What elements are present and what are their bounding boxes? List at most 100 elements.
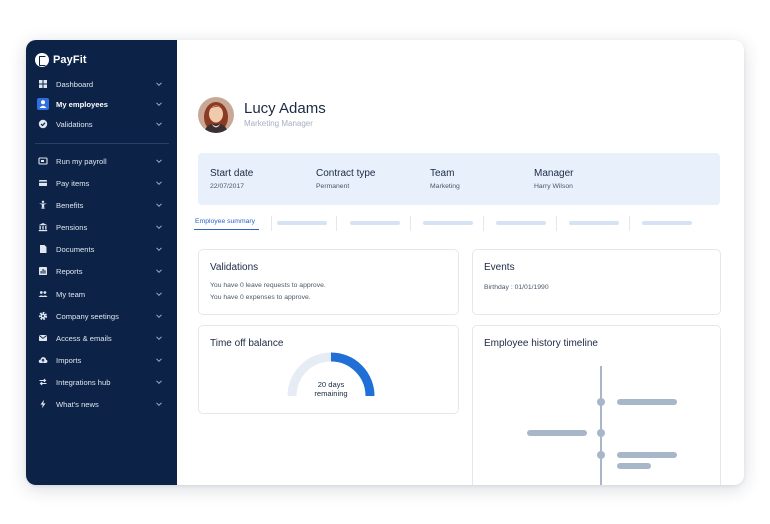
info-title: Contract type	[316, 168, 376, 179]
report-icon	[38, 266, 48, 276]
tab-bar: Employee summary	[194, 216, 720, 232]
tab-placeholder[interactable]	[642, 221, 692, 225]
info-value: Permanent	[316, 183, 350, 190]
employee-name: Lucy Adams	[244, 100, 326, 117]
events-card: Events Birthday : 01/01/1990	[472, 249, 721, 315]
chevron-down-icon[interactable]	[155, 223, 163, 231]
tab-placeholder[interactable]	[423, 221, 473, 225]
chevron-down-icon[interactable]	[155, 179, 163, 187]
chevron-down-icon[interactable]	[155, 267, 163, 275]
chevron-down-icon[interactable]	[155, 80, 163, 88]
sidebar-item-run-my-payroll[interactable]: Run my payroll	[26, 152, 177, 170]
card-icon	[38, 178, 48, 188]
tab-separator	[483, 216, 484, 231]
chevron-down-icon[interactable]	[155, 312, 163, 320]
time-off-title: Time off balance	[210, 338, 284, 349]
sidebar-item-label: Dashboard	[56, 79, 94, 89]
gauge-label: 20 days remaining	[286, 380, 376, 398]
chevron-down-icon[interactable]	[155, 245, 163, 253]
team-field: Team Marketing	[430, 168, 460, 190]
chevron-down-icon[interactable]	[155, 290, 163, 298]
info-value: 22/07/2017	[210, 183, 245, 190]
tab-separator	[336, 216, 337, 231]
avatar	[198, 97, 234, 133]
tab-placeholder[interactable]	[277, 221, 327, 225]
sidebar-item-my-team[interactable]: My team	[26, 285, 177, 303]
arrows-icon	[38, 377, 48, 387]
sidebar-item-company-seetings[interactable]: Company seetings	[26, 307, 177, 325]
info-title: Start date	[210, 168, 254, 179]
history-card: Employee history timeline	[472, 325, 721, 485]
chevron-down-icon[interactable]	[155, 400, 163, 408]
sidebar-item-label: Company seetings	[56, 311, 119, 321]
time-off-card: Time off balance 20 days remaining	[198, 325, 459, 414]
mail-icon	[38, 333, 48, 343]
employee-info-box: Start date 22/07/2017 Contract type Perm…	[198, 153, 720, 205]
main-content: Lucy Adams Marketing Manager Start date …	[177, 40, 744, 485]
sidebar-item-pensions[interactable]: Pensions	[26, 218, 177, 236]
sidebar-item-validations[interactable]: Validations	[26, 115, 177, 133]
sidebar-item-label: Imports	[56, 355, 82, 365]
timeline-bar	[617, 452, 677, 458]
tab-separator	[271, 216, 272, 231]
sidebar-item-label: My team	[56, 289, 86, 299]
employee-role: Marketing Manager	[244, 119, 313, 128]
sidebar-item-integrations-hub[interactable]: Integrations hub	[26, 373, 177, 391]
timeline-bar	[617, 399, 677, 405]
sidebar-item-label: Integrations hub	[56, 377, 111, 387]
payfit-logo[interactable]: PayFit	[35, 52, 87, 68]
app-window: PayFit Dashboard My employees Validations R…	[26, 40, 744, 485]
contract-type-field: Contract type Permanent	[316, 168, 375, 190]
timeline-dot[interactable]	[597, 451, 605, 459]
active-tab-underline	[194, 229, 259, 230]
expenses-text: You have 0 expenses to approve.	[210, 294, 311, 301]
timeline-dot[interactable]	[597, 429, 605, 437]
sidebar-item-label: My employees	[56, 99, 108, 109]
tab-employee-summary[interactable]: Employee summary	[195, 218, 255, 225]
tab-placeholder[interactable]	[496, 221, 546, 225]
info-value: Marketing	[430, 183, 460, 190]
birthday-text: Birthday : 01/01/1990	[484, 284, 549, 291]
sidebar-item-label: Benefits	[56, 200, 84, 210]
chevron-down-icon[interactable]	[155, 201, 163, 209]
tab-placeholder[interactable]	[569, 221, 619, 225]
history-timeline	[527, 366, 677, 485]
validations-card: Validations You have 0 leave requests to…	[198, 249, 459, 315]
sidebar-item-access-emails[interactable]: Access & emails	[26, 329, 177, 347]
chevron-down-icon[interactable]	[155, 334, 163, 342]
sidebar-item-label: Run my payroll	[56, 156, 107, 166]
brand-name: PayFit	[53, 54, 87, 66]
sidebar-item-what-s-news[interactable]: What's news	[26, 395, 177, 413]
sidebar-item-label: Access & emails	[56, 333, 112, 343]
sidebar-item-benefits[interactable]: Benefits	[26, 196, 177, 214]
gear-icon	[38, 311, 48, 321]
chevron-down-icon[interactable]	[155, 120, 163, 128]
sidebar-item-imports[interactable]: Imports	[26, 351, 177, 369]
info-title: Team	[430, 168, 455, 179]
leave-requests-text: You have 0 leave requests to approve.	[210, 282, 326, 289]
timeline-dot[interactable]	[597, 398, 605, 406]
manager-field: Manager Harry Wilson	[534, 168, 573, 190]
chevron-down-icon[interactable]	[155, 378, 163, 386]
cloud-upload-icon	[38, 355, 48, 365]
tab-placeholder[interactable]	[350, 221, 400, 225]
sidebar: PayFit Dashboard My employees Validations R…	[26, 40, 177, 485]
sidebar-item-label: Documents	[56, 244, 95, 254]
timeline-bar	[527, 430, 587, 436]
sidebar-item-reports[interactable]: Reports	[26, 262, 177, 280]
payroll-icon	[38, 156, 48, 166]
chevron-down-icon[interactable]	[155, 157, 163, 165]
chevron-down-icon[interactable]	[155, 100, 163, 108]
sidebar-item-pay-items[interactable]: Pay items	[26, 174, 177, 192]
sidebar-item-documents[interactable]: Documents	[26, 240, 177, 258]
sidebar-item-dashboard[interactable]: Dashboard	[26, 75, 177, 93]
figure-icon	[38, 200, 48, 210]
sidebar-item-label: Reports	[56, 266, 83, 276]
remaining-text: remaining	[314, 389, 348, 398]
payfit-logo-icon	[35, 53, 49, 67]
chevron-down-icon[interactable]	[155, 356, 163, 364]
sidebar-item-my-employees[interactable]: My employees	[26, 95, 177, 113]
bolt-icon	[38, 399, 48, 409]
timeline-bar	[617, 463, 651, 469]
check-circle-icon	[38, 119, 48, 129]
